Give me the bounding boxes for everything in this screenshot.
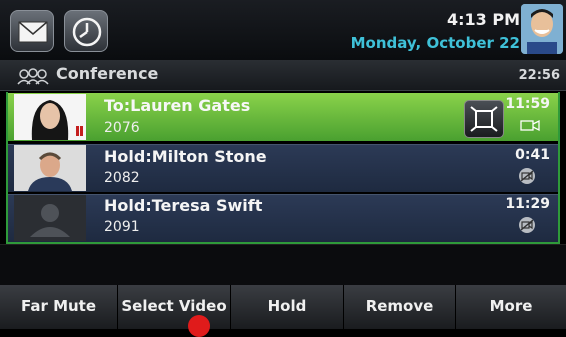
- group-icon: [17, 68, 49, 85]
- envelope-icon: [18, 21, 48, 43]
- far-mute-softkey[interactable]: Far Mute: [0, 285, 118, 329]
- hold-softkey[interactable]: Hold: [231, 285, 344, 329]
- conference-duration: 22:56: [518, 68, 560, 83]
- clock-icon: [72, 17, 102, 47]
- user-avatar[interactable]: [521, 4, 563, 54]
- empty-area: [0, 244, 566, 285]
- user-photo: [521, 4, 563, 54]
- select-video-softkey[interactable]: Select Video: [118, 285, 231, 329]
- call-history-button[interactable]: [64, 10, 108, 52]
- touch-indicator: [188, 315, 210, 337]
- conference-frame: [6, 92, 560, 244]
- messages-button[interactable]: [10, 10, 54, 52]
- clock-date: Monday, October 22: [350, 34, 520, 52]
- remove-softkey[interactable]: Remove: [344, 285, 456, 329]
- more-softkey[interactable]: More: [456, 285, 566, 329]
- conference-title: Conference: [56, 64, 159, 83]
- clock-time: 4:13 PM: [446, 10, 520, 29]
